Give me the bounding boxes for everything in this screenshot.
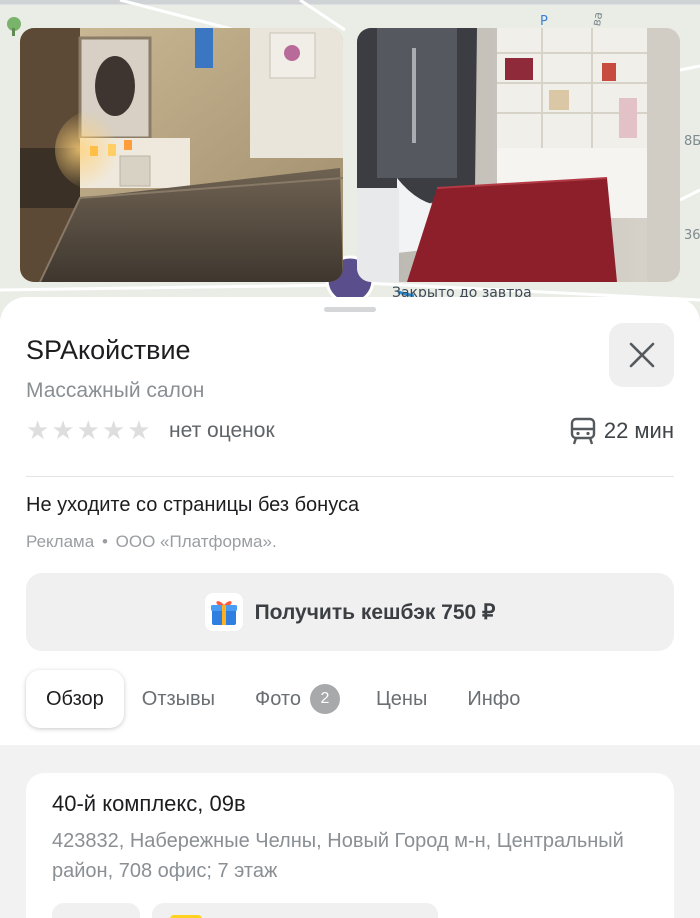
photo-salon-room-candles[interactable] (20, 28, 343, 282)
street-label: ва (589, 10, 606, 28)
tab-label: Фото (255, 687, 301, 710)
tab-label: Цены (375, 687, 428, 710)
advertiser-name: ООО «Платформа». (115, 532, 277, 551)
ad-label: Реклама (26, 532, 95, 551)
address-title: 40-й комплекс, 09в (52, 791, 246, 816)
tab-info[interactable]: Инфо (467, 688, 520, 711)
place-card-sheet: SPAкойствие Массажный салон ★ ★ ★ ★ ★ не… (0, 297, 700, 918)
gift-icon (204, 593, 243, 631)
address-card[interactable]: 40-й комплекс, 09в 423832, Набережные Че… (26, 773, 674, 918)
tab-overview[interactable]: Обзор (26, 670, 124, 728)
divider (26, 476, 674, 477)
tab-label: Отзывы (141, 687, 216, 710)
photo-count-badge: 2 (309, 684, 340, 714)
action-chip[interactable] (152, 903, 438, 918)
house-number-label: 36 (684, 228, 700, 243)
cashback-button[interactable]: Получить кешбэк 750 ₽ (26, 573, 674, 651)
close-icon (629, 342, 654, 368)
tab-label: Обзор (46, 687, 104, 710)
place-category: Массажный салон (26, 379, 205, 402)
parking-label: P (540, 14, 548, 29)
photo-image (357, 28, 680, 282)
photo-salon-room-shower[interactable] (357, 28, 680, 282)
transit-time[interactable]: 22 мин (570, 417, 674, 445)
tab-prices[interactable]: Цены (376, 688, 427, 711)
close-button[interactable] (609, 323, 674, 387)
gift-icon-graphic (210, 601, 237, 625)
star-icon: ★ (51, 416, 75, 446)
transit-time-label: 22 мин (603, 418, 674, 443)
cashback-label: Получить кешбэк 750 ₽ (254, 600, 496, 624)
photo-image (20, 28, 343, 282)
house-number-label: 8Б (684, 134, 700, 149)
sheet-drag-handle[interactable] (324, 307, 376, 312)
promo-ad-meta: Реклама • ООО «Платформа». (26, 532, 277, 552)
tab-reviews[interactable]: Отзывы (142, 688, 215, 711)
tab-photos[interactable]: Фото 2 (255, 684, 340, 714)
star-icon: ★ (101, 416, 126, 446)
rating-stars: ★ ★ ★ ★ ★ (26, 417, 151, 445)
star-icon: ★ (26, 416, 50, 446)
separator-dot: • (101, 532, 108, 551)
tab-label: Инфо (467, 687, 521, 710)
tabs-bar: Обзор Отзывы Фото 2 Цены Инфо (26, 670, 520, 728)
star-icon: ★ (76, 416, 100, 446)
bus-icon (570, 417, 596, 445)
promo-title: Не уходите со страницы без бонуса (26, 494, 360, 516)
rating-text: нет оценок (169, 419, 275, 442)
star-icon: ★ (127, 416, 151, 446)
route-chip[interactable] (52, 903, 140, 918)
place-title: SPAкойствие (26, 335, 191, 365)
address-details: 423832, Набережные Челны, Новый Город м-… (52, 830, 624, 882)
